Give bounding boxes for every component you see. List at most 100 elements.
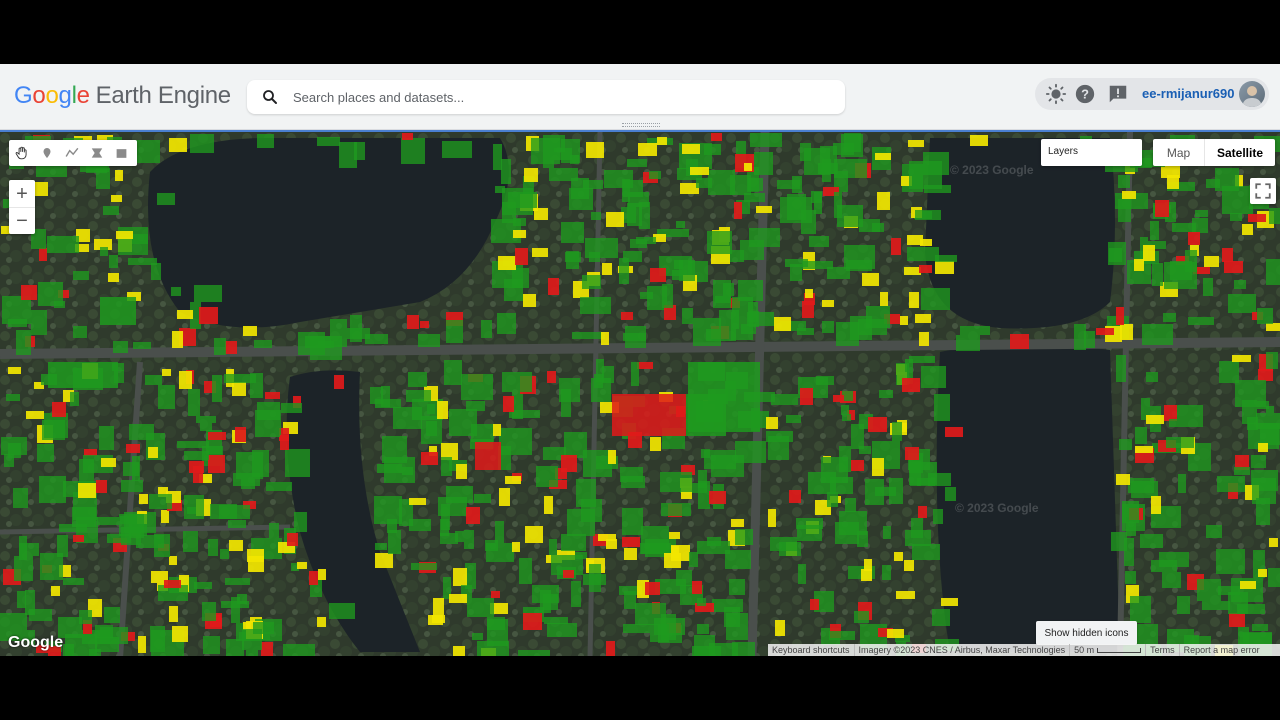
building-footprint [467,598,494,617]
polygon-icon[interactable] [84,140,109,166]
building-footprint [536,466,558,487]
building-footprint [1257,401,1269,409]
map-canvas[interactable]: © 2023 Google © 2023 Google + − Layers M… [0,130,1280,656]
building-footprint [875,487,896,496]
building-footprint [1206,179,1220,188]
building-footprint [572,332,605,339]
building-footprint [491,591,500,598]
building-footprint [601,332,609,345]
building-footprint [493,144,502,170]
building-footprint [1203,278,1213,296]
building-footprint [1202,601,1230,610]
building-footprint [281,403,302,413]
building-footprint [1159,552,1189,567]
building-footprint [842,414,851,421]
search-box[interactable] [247,80,845,114]
building-footprint [624,548,637,560]
building-footprint [1116,355,1126,382]
building-footprint [1010,334,1029,349]
building-footprint [401,138,425,164]
building-footprint [495,521,504,543]
building-footprint [582,275,601,289]
letterbox-bottom [0,656,1280,720]
building-footprint [444,360,462,385]
building-footprint [187,507,196,514]
polyline-icon[interactable] [59,140,84,166]
building-footprint [912,544,940,560]
building-footprint [109,255,118,268]
marker-pin-icon[interactable] [34,140,59,166]
building-footprint [915,314,931,323]
imagery-watermark: © 2023 Google [955,501,1039,515]
feedback-icon[interactable] [1107,83,1129,105]
building-footprint [411,563,437,570]
building-footprint [525,526,543,543]
map-type-map-button[interactable]: Map [1153,139,1205,166]
building-footprint [1206,525,1222,538]
building-footprint [475,442,501,470]
fullscreen-button[interactable] [1250,178,1276,204]
building-footprint [1119,439,1132,450]
building-footprint [17,591,26,608]
building-footprint [934,394,950,421]
keyboard-shortcuts-link[interactable]: Keyboard shortcuts [768,644,854,656]
building-footprint [432,615,445,623]
building-footprint [121,527,141,545]
imagery-watermark: © 2023 Google [950,163,1034,177]
building-footprint [645,582,660,595]
building-footprint [441,457,452,476]
building-footprint [169,606,178,622]
theme-toggle-icon[interactable] [1045,83,1067,105]
building-footprint [766,431,793,442]
building-footprint [532,248,548,257]
fullscreen-icon [1255,183,1271,199]
project-selector[interactable]: ee-rmijanur690 [1142,86,1235,101]
building-footprint [576,479,596,507]
building-footprint [1116,474,1130,485]
building-footprint [900,316,908,325]
building-footprint [671,546,679,558]
building-footprint [269,523,279,538]
building-footprint [481,320,492,338]
panel-resize-handle[interactable] [622,123,660,127]
building-footprint [1266,352,1278,369]
building-footprint [726,613,748,640]
building-footprint [73,326,87,338]
building-footprint [875,153,891,160]
building-footprint [29,609,52,621]
building-footprint [495,186,505,193]
report-map-error-link[interactable]: Report a map error [1178,644,1264,656]
building-footprint [606,212,624,227]
zoom-in-button[interactable]: + [9,180,35,207]
building-footprint [169,138,187,152]
building-footprint [1269,208,1280,224]
google-earth-engine-logo[interactable]: Google Earth Engine [14,82,231,110]
building-footprint [598,534,616,541]
building-footprint [1128,478,1154,493]
building-footprint [771,394,798,405]
search-input[interactable] [293,80,823,114]
show-hidden-icons-button[interactable]: Show hidden icons [1036,621,1137,645]
map-type-satellite-button[interactable]: Satellite [1205,139,1275,166]
user-avatar[interactable] [1239,81,1265,107]
help-icon[interactable]: ? [1074,83,1096,105]
building-footprint [1151,496,1161,514]
layers-button[interactable]: Layers [1041,139,1142,166]
terms-link[interactable]: Terms [1145,644,1179,656]
building-footprint [845,498,856,512]
building-footprint [1252,478,1276,504]
building-footprint [365,334,388,344]
building-footprint [103,206,119,215]
building-footprint [1247,417,1258,430]
building-footprint [740,240,764,260]
building-footprint [797,525,822,541]
building-footprint [108,273,119,282]
building-footprint [1096,328,1114,335]
building-footprint [868,417,887,432]
rectangle-icon[interactable] [109,140,134,166]
zoom-out-button[interactable]: − [9,207,35,234]
building-footprint [649,171,661,179]
building-footprint [214,338,226,355]
hand-pan-icon[interactable] [9,140,34,166]
building-footprint [774,317,791,331]
